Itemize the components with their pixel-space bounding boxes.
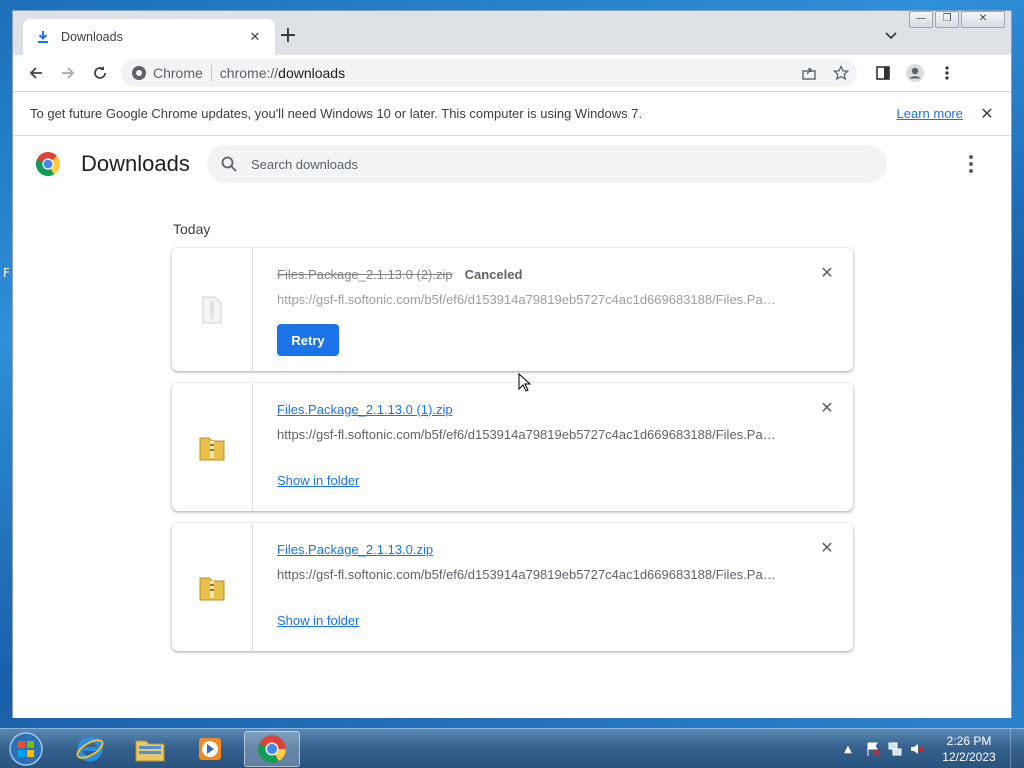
download-item: Files.Package_2.1.13.0 (1).zip https://g… [172, 383, 853, 511]
chrome-logo-icon [35, 152, 61, 177]
taskbar-media-player[interactable] [182, 731, 238, 767]
zip-folder-icon [199, 577, 225, 601]
network-icon[interactable] [884, 739, 906, 759]
media-player-icon [199, 738, 221, 760]
bookmark-star-icon[interactable] [825, 59, 857, 87]
show-desktop-button[interactable] [1010, 729, 1024, 768]
tab-downloads[interactable]: Downloads ✕ [23, 19, 275, 55]
address-bar[interactable]: Chrome chrome://downloads [121, 59, 857, 87]
retry-button[interactable]: Retry [277, 324, 339, 356]
share-icon[interactable] [793, 59, 825, 87]
download-details: Files.Package_2.1.13.0.zip https://gsf-f… [253, 523, 853, 651]
title-bar: Downloads ✕ + — ❐ ✕ [13, 11, 1011, 55]
back-arrow-icon [29, 67, 42, 79]
url-text: chrome://downloads [219, 65, 346, 81]
date-section-label: Today [173, 221, 211, 237]
profile-avatar-icon[interactable] [899, 58, 931, 88]
taskbar-internet-explorer[interactable] [62, 731, 118, 767]
browser-menu-icon[interactable] [931, 58, 963, 88]
new-tab-button[interactable]: + [275, 24, 301, 50]
download-filename-link[interactable]: Files.Package_2.1.13.0.zip [277, 542, 433, 557]
taskbar-chrome[interactable] [244, 731, 300, 767]
infobar-close-icon[interactable]: ✕ [979, 104, 995, 123]
chrome-window: Downloads ✕ + — ❐ ✕ Chrome chrome://down… [12, 10, 1012, 718]
show-in-folder-link[interactable]: Show in folder [277, 613, 359, 628]
file-icon-cell [172, 383, 253, 511]
downloads-page: Downloads Today Files.Package_2.1.13.0 (… [13, 136, 1011, 718]
forward-button[interactable] [53, 58, 83, 88]
back-button[interactable] [21, 58, 51, 88]
taskbar-file-explorer[interactable] [122, 731, 178, 767]
generic-file-icon [202, 296, 222, 323]
file-explorer-icon [135, 740, 165, 762]
file-icon-cell [172, 248, 253, 371]
tab-close-icon[interactable]: ✕ [247, 30, 263, 45]
download-source-url[interactable]: https://gsf-fl.softonic.com/b5f/ef6/d153… [277, 292, 777, 307]
file-icon-cell [172, 523, 253, 651]
update-infobar: To get future Google Chrome updates, you… [13, 91, 1011, 136]
system-tray: ▲ 2:26 PM 12/2/2023 [840, 729, 1024, 768]
page-title: Downloads [81, 151, 190, 176]
download-details: Files.Package_2.1.13.0 (2).zip Canceled … [253, 248, 853, 371]
download-status: Canceled [464, 266, 523, 282]
window-close-button[interactable]: ✕ [961, 11, 1005, 28]
download-source-url[interactable]: https://gsf-fl.softonic.com/b5f/ef6/d153… [277, 427, 777, 442]
download-icon [35, 29, 51, 45]
desktop-icon-label: F [3, 266, 10, 280]
more-actions-icon[interactable] [961, 152, 981, 176]
zip-folder-icon [199, 437, 225, 461]
clock-time: 2:26 PM [946, 734, 992, 748]
search-input[interactable] [251, 156, 851, 172]
infobar-message: To get future Google Chrome updates, you… [30, 106, 643, 121]
download-item: Files.Package_2.1.13.0.zip https://gsf-f… [172, 523, 853, 651]
site-label: Chrome [153, 65, 212, 81]
minimize-button[interactable]: — [909, 11, 933, 28]
reload-icon [94, 66, 106, 79]
remove-item-close-icon[interactable]: ✕ [819, 540, 835, 557]
tab-title: Downloads [61, 30, 123, 44]
side-panel-icon[interactable] [867, 58, 899, 88]
download-filename-link[interactable]: Files.Package_2.1.13.0 (1).zip [277, 402, 453, 417]
download-item-canceled: Files.Package_2.1.13.0 (2).zip Canceled … [172, 248, 853, 371]
search-icon [221, 156, 237, 172]
remove-item-close-icon[interactable]: ✕ [819, 265, 835, 282]
browser-toolbar: Chrome chrome://downloads [13, 55, 1011, 91]
download-details: Files.Package_2.1.13.0 (1).zip https://g… [253, 383, 853, 511]
tab-search-chevron-icon[interactable] [883, 27, 899, 43]
start-button-icon[interactable] [6, 730, 46, 768]
internet-explorer-icon [76, 736, 104, 762]
forward-arrow-icon [62, 67, 75, 79]
toolbar-actions [867, 58, 963, 88]
show-hidden-icons-icon[interactable]: ▲ [840, 744, 856, 755]
downloads-header: Downloads [13, 136, 1011, 192]
chrome-site-icon [132, 66, 146, 80]
action-center-flag-icon[interactable] [862, 739, 884, 759]
show-in-folder-link[interactable]: Show in folder [277, 473, 359, 488]
learn-more-link[interactable]: Learn more [897, 106, 963, 121]
taskbar-clock[interactable]: 2:26 PM 12/2/2023 [934, 733, 1004, 765]
reload-button[interactable] [85, 58, 115, 88]
clock-date: 12/2/2023 [942, 750, 996, 764]
chrome-icon [258, 735, 286, 763]
restore-button[interactable]: ❐ [935, 11, 959, 28]
mouse-cursor-icon [518, 373, 532, 392]
windows-taskbar: ▲ 2:26 PM 12/2/2023 [0, 728, 1024, 768]
window-controls: — ❐ ✕ [907, 11, 1005, 28]
volume-muted-icon[interactable] [906, 739, 928, 759]
download-source-url[interactable]: https://gsf-fl.softonic.com/b5f/ef6/d153… [277, 567, 777, 582]
download-filename: Files.Package_2.1.13.0 (2).zip [277, 266, 453, 282]
remove-item-close-icon[interactable]: ✕ [819, 400, 835, 417]
search-downloads-box[interactable] [207, 145, 887, 183]
